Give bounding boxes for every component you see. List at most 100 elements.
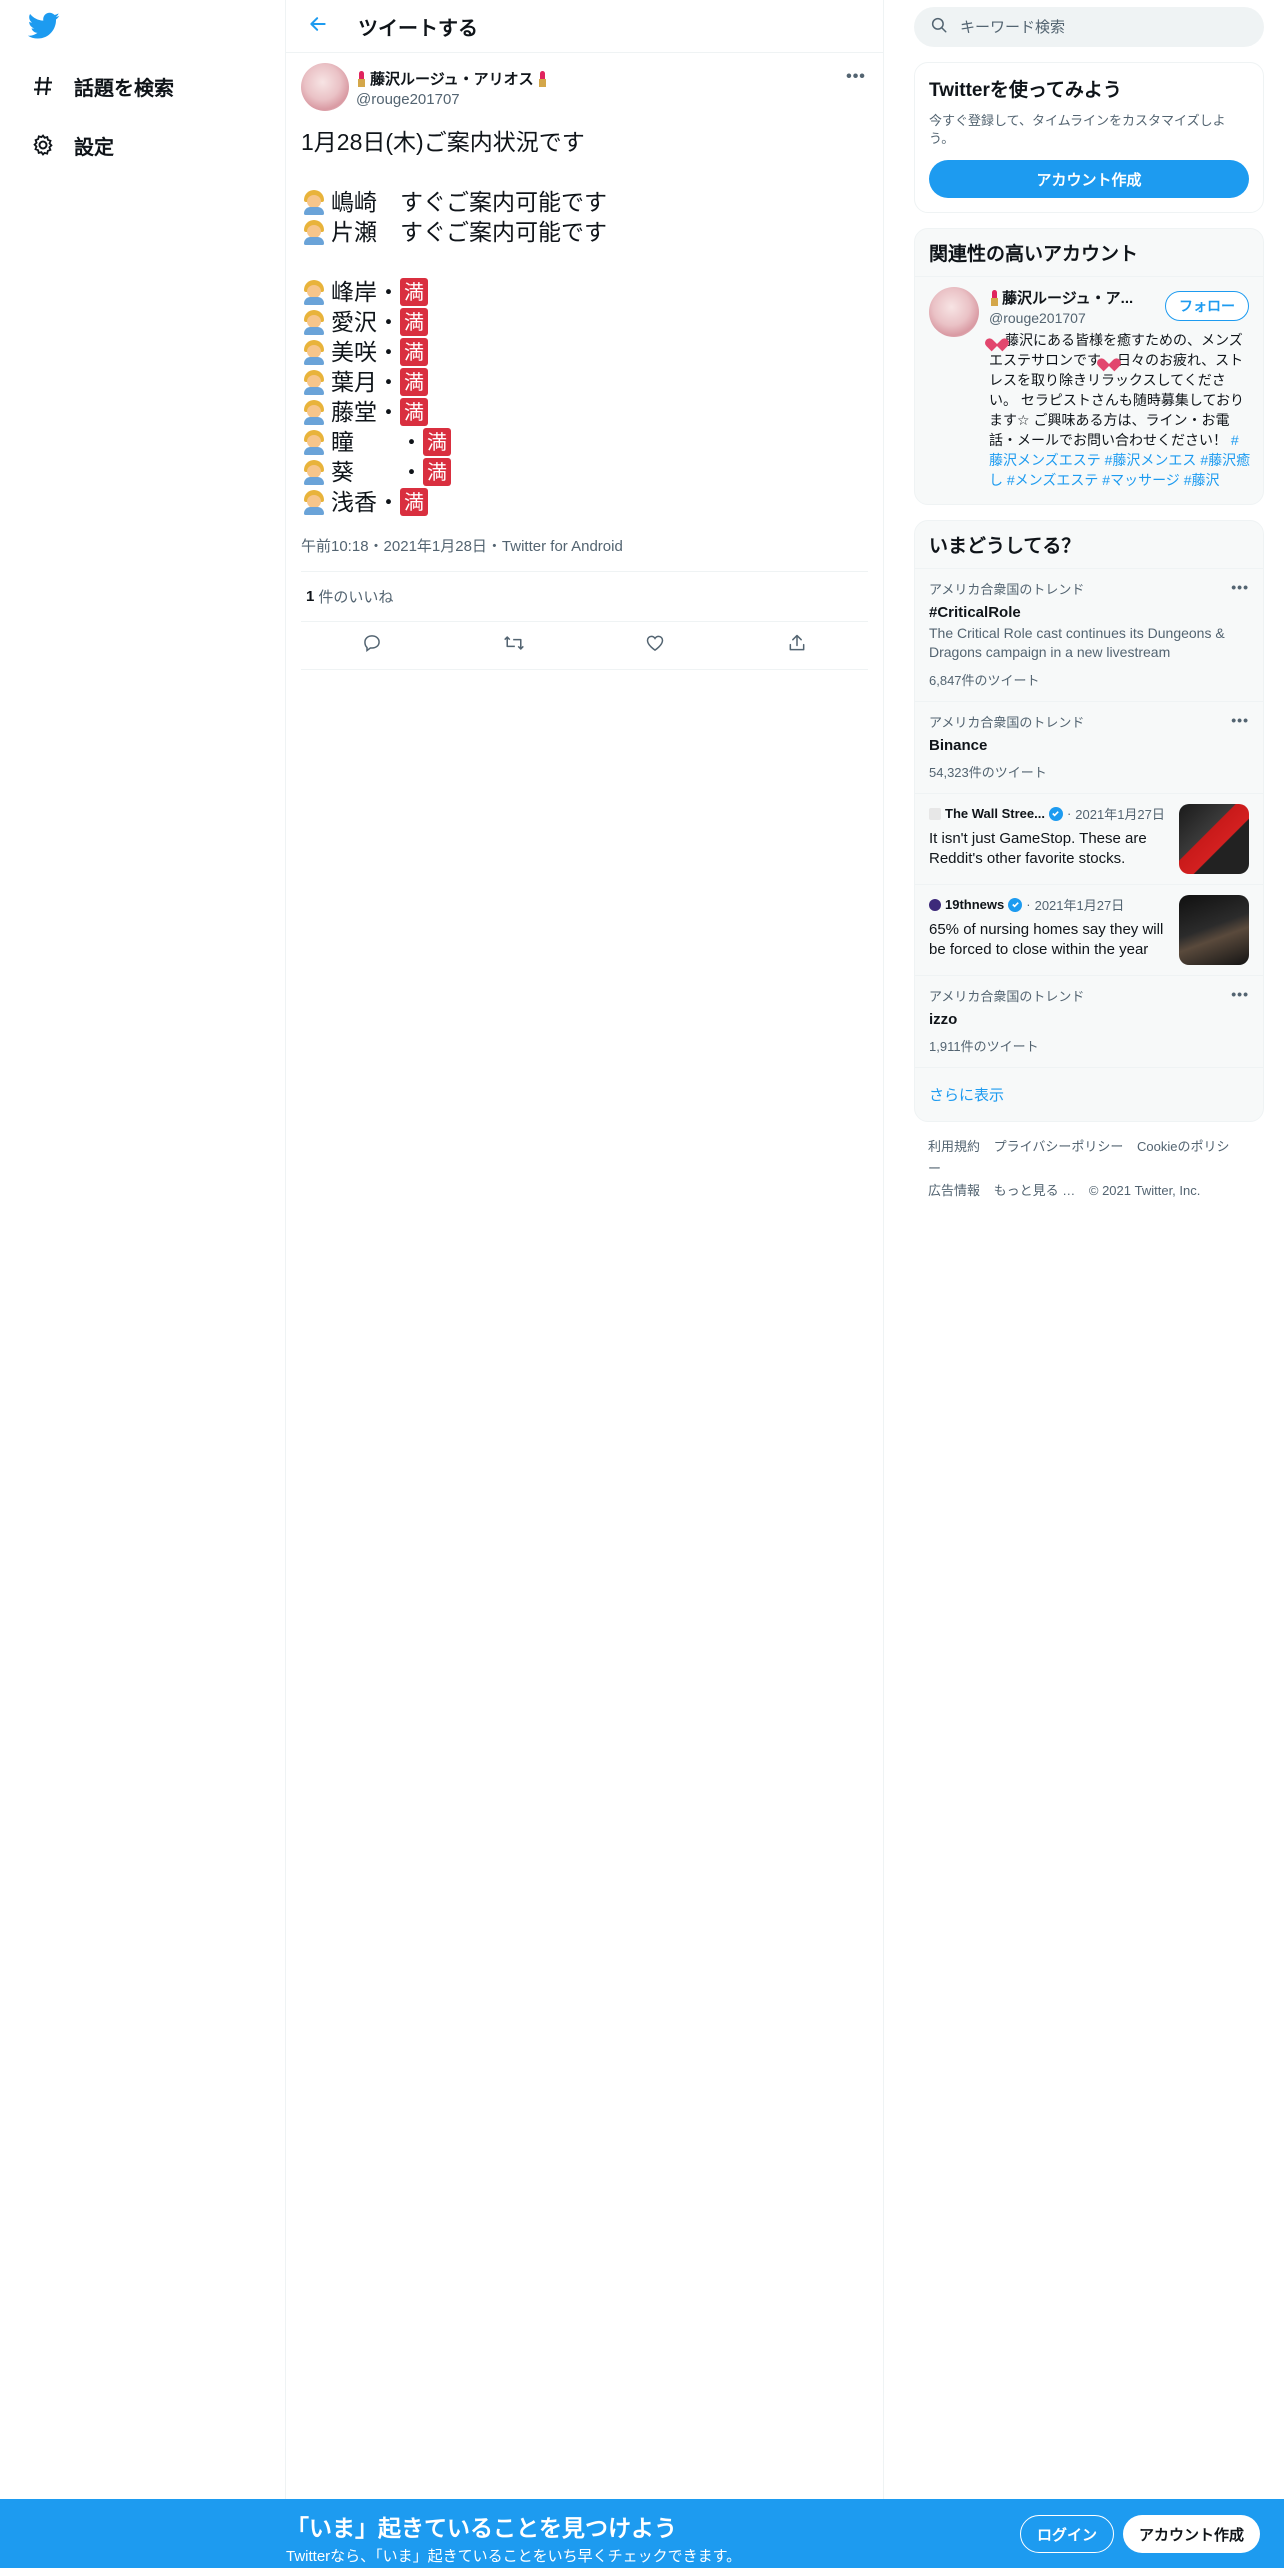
trend-desc: The Critical Role cast continues its Dun… — [929, 625, 1225, 660]
signup-button[interactable]: アカウント作成 — [1123, 2515, 1261, 2553]
reply-button[interactable] — [354, 628, 390, 664]
tweet-timestamp[interactable]: 午前10:18・2021年1月28日・Twitter for Android — [301, 535, 868, 572]
trend-item[interactable]: アメリカ合衆国のトレンド Binance 54,323件のツイート ••• — [915, 702, 1263, 794]
two-hearts-icon — [989, 333, 1005, 347]
relevant-account[interactable]: 藤沢ルージュ・ア... @rouge201707 藤沢にある皆様を癒すための、メ… — [915, 277, 1263, 504]
footer-link-privacy[interactable]: プライバシーポリシー — [994, 1139, 1124, 1154]
page-title: ツイートする — [358, 17, 478, 40]
footer-link-more[interactable]: もっと見る … — [994, 1183, 1076, 1198]
nav-explore[interactable]: 話題を検索 — [28, 66, 174, 106]
retweet-button[interactable] — [496, 628, 532, 664]
news-thumbnail — [1179, 895, 1249, 965]
two-hearts-icon — [1101, 353, 1117, 367]
tweet: 藤沢ルージュ・アリオス @rouge201707 ••• 1月28日(木)ご案内… — [286, 53, 883, 670]
full-status-badge: 満 — [400, 398, 428, 426]
tweet-line-text: 嶋崎 すぐご案内可能です — [331, 189, 607, 215]
twitter-bird-icon[interactable] — [27, 12, 64, 44]
login-button[interactable]: ログイン — [1020, 2515, 1115, 2553]
like-button[interactable] — [637, 628, 673, 664]
tweet-line-text: 葉月・ — [331, 369, 400, 395]
tweet-line: 愛沢・満 — [301, 307, 868, 337]
relevant-account-name[interactable]: 藤沢ルージュ・ア... — [989, 287, 1144, 308]
tweet-line: 葵 ・満 — [301, 457, 868, 487]
footer-links: 利用規約 プライバシーポリシー Cookieのポリシー 広告情報 もっと見る …… — [914, 1122, 1264, 1216]
create-account-button[interactable]: アカウント作成 — [929, 160, 1249, 198]
person-emoji-icon — [301, 339, 327, 365]
show-more-link[interactable]: さらに表示 — [915, 1068, 1263, 1121]
nav-explore-label: 話題を検索 — [74, 77, 174, 100]
hashtag-link[interactable]: #藤沢 — [1184, 472, 1220, 488]
trend-name: #CriticalRole — [929, 604, 1021, 621]
author-handle: @rouge201707 — [356, 91, 460, 108]
person-emoji-icon — [301, 279, 327, 305]
verified-badge-icon — [1048, 806, 1063, 821]
footer-link-terms[interactable]: 利用規約 — [928, 1139, 980, 1154]
person-emoji-icon — [301, 399, 327, 425]
back-button[interactable] — [300, 8, 336, 44]
news-item[interactable]: 19thnews · 2021年1月27日 65% of nursing hom… — [915, 885, 1263, 976]
hashtag-link[interactable]: #藤沢メンエス — [1105, 452, 1197, 468]
follow-button[interactable]: フォロー — [1165, 291, 1249, 321]
full-status-badge: 満 — [400, 308, 428, 336]
tweet-line: 1月28日(木)ご案内状況です — [301, 127, 868, 157]
avatar[interactable] — [929, 287, 979, 337]
more-dots-icon[interactable]: ••• — [1231, 579, 1249, 595]
hashtag-link[interactable]: #メンズエステ — [1007, 472, 1099, 488]
author-name[interactable]: 藤沢ルージュ・アリオス — [356, 68, 548, 89]
more-dots-icon[interactable]: ••• — [1231, 986, 1249, 1002]
right-sidebar: Twitterを使ってみよう 今すぐ登録して、タイムラインをカスタマイズしよう。… — [914, 0, 1264, 1216]
share-button[interactable] — [779, 628, 815, 664]
news-headline: It isn't just GameStop. These are Reddit… — [929, 830, 1147, 867]
relevant-account-name-text: 藤沢ルージュ・ア... — [1002, 290, 1134, 307]
wsj-logo-icon — [929, 807, 941, 820]
news-source-name: The Wall Stree... — [945, 806, 1045, 821]
reply-icon — [362, 633, 382, 658]
trends-title: いまどうしてる？ — [915, 521, 1263, 569]
avatar[interactable] — [301, 63, 349, 111]
more-dots-icon[interactable]: ••• — [1231, 712, 1249, 728]
news-source: The Wall Stree... · 2021年1月27日 — [929, 804, 1174, 823]
search-box[interactable] — [914, 7, 1264, 47]
share-icon — [787, 633, 807, 658]
trend-item[interactable]: アメリカ合衆国のトレンド #CriticalRole The Critical … — [915, 569, 1263, 702]
person-emoji-icon — [301, 219, 327, 245]
lipstick-icon — [356, 70, 367, 87]
author-name-text: 藤沢ルージュ・アリオス — [370, 71, 534, 88]
news-item[interactable]: The Wall Stree... · 2021年1月27日 It isn't … — [915, 794, 1263, 885]
tweet-line-text: 1月28日(木)ご案内状況です — [301, 129, 585, 155]
verified-badge-icon — [1008, 897, 1023, 912]
likes-count: 1 — [306, 588, 315, 605]
tweet-line-text: 浅香・ — [331, 489, 400, 515]
full-status-badge: 満 — [400, 278, 428, 306]
trend-context: アメリカ合衆国のトレンド — [929, 989, 1085, 1004]
full-status-badge: 満 — [400, 488, 428, 516]
news-source: 19thnews · 2021年1月27日 — [929, 895, 1174, 914]
full-status-badge: 満 — [400, 338, 428, 366]
news-text: 19thnews · 2021年1月27日 65% of nursing hom… — [929, 895, 1174, 965]
likes-count-row[interactable]: 1 件のいいね — [301, 572, 868, 622]
more-options-button[interactable]: ••• — [844, 65, 868, 89]
person-emoji-icon — [301, 369, 327, 395]
lipstick-icon — [537, 70, 548, 87]
hashtag-link[interactable]: #マッサージ — [1102, 472, 1180, 488]
footer-link-ads[interactable]: 広告情報 — [928, 1183, 980, 1198]
relevant-accounts-title: 関連性の高いアカウント — [915, 229, 1263, 277]
search-input[interactable] — [960, 18, 1240, 36]
tweet-line: 葉月・満 — [301, 367, 868, 397]
banner-title: 「いま」起きていることを見つけよう — [286, 2515, 677, 2541]
tweet-line-text: 愛沢・ — [331, 309, 400, 335]
tweet-action-bar — [301, 622, 868, 670]
signup-banner: 「いま」起きていることを見つけよう Twitterなら、「いま」起きていることを… — [0, 2499, 1284, 2568]
full-status-badge: 満 — [423, 428, 451, 456]
tweet-line-text: 葵 ・ — [331, 459, 423, 485]
signup-card: Twitterを使ってみよう 今すぐ登録して、タイムラインをカスタマイズしよう。… — [914, 62, 1264, 213]
author-info[interactable]: 藤沢ルージュ・アリオス @rouge201707 — [356, 63, 548, 108]
trend-item[interactable]: アメリカ合衆国のトレンド izzo 1,911件のツイート ••• — [915, 976, 1263, 1068]
nav-settings[interactable]: 設定 — [28, 125, 114, 165]
news-thumbnail — [1179, 804, 1249, 874]
relevant-accounts-card: 関連性の高いアカウント 藤沢ルージュ・ア... @rouge201707 藤沢に… — [914, 228, 1264, 505]
main-column: ツイートする 藤沢ルージュ・アリオス @rouge201707 ••• 1月28… — [286, 0, 884, 2500]
news-date: 2021年1月27日 — [1075, 807, 1165, 822]
trend-count: 1,911件のツイート — [929, 1039, 1039, 1054]
news-text: The Wall Stree... · 2021年1月27日 It isn't … — [929, 804, 1174, 874]
